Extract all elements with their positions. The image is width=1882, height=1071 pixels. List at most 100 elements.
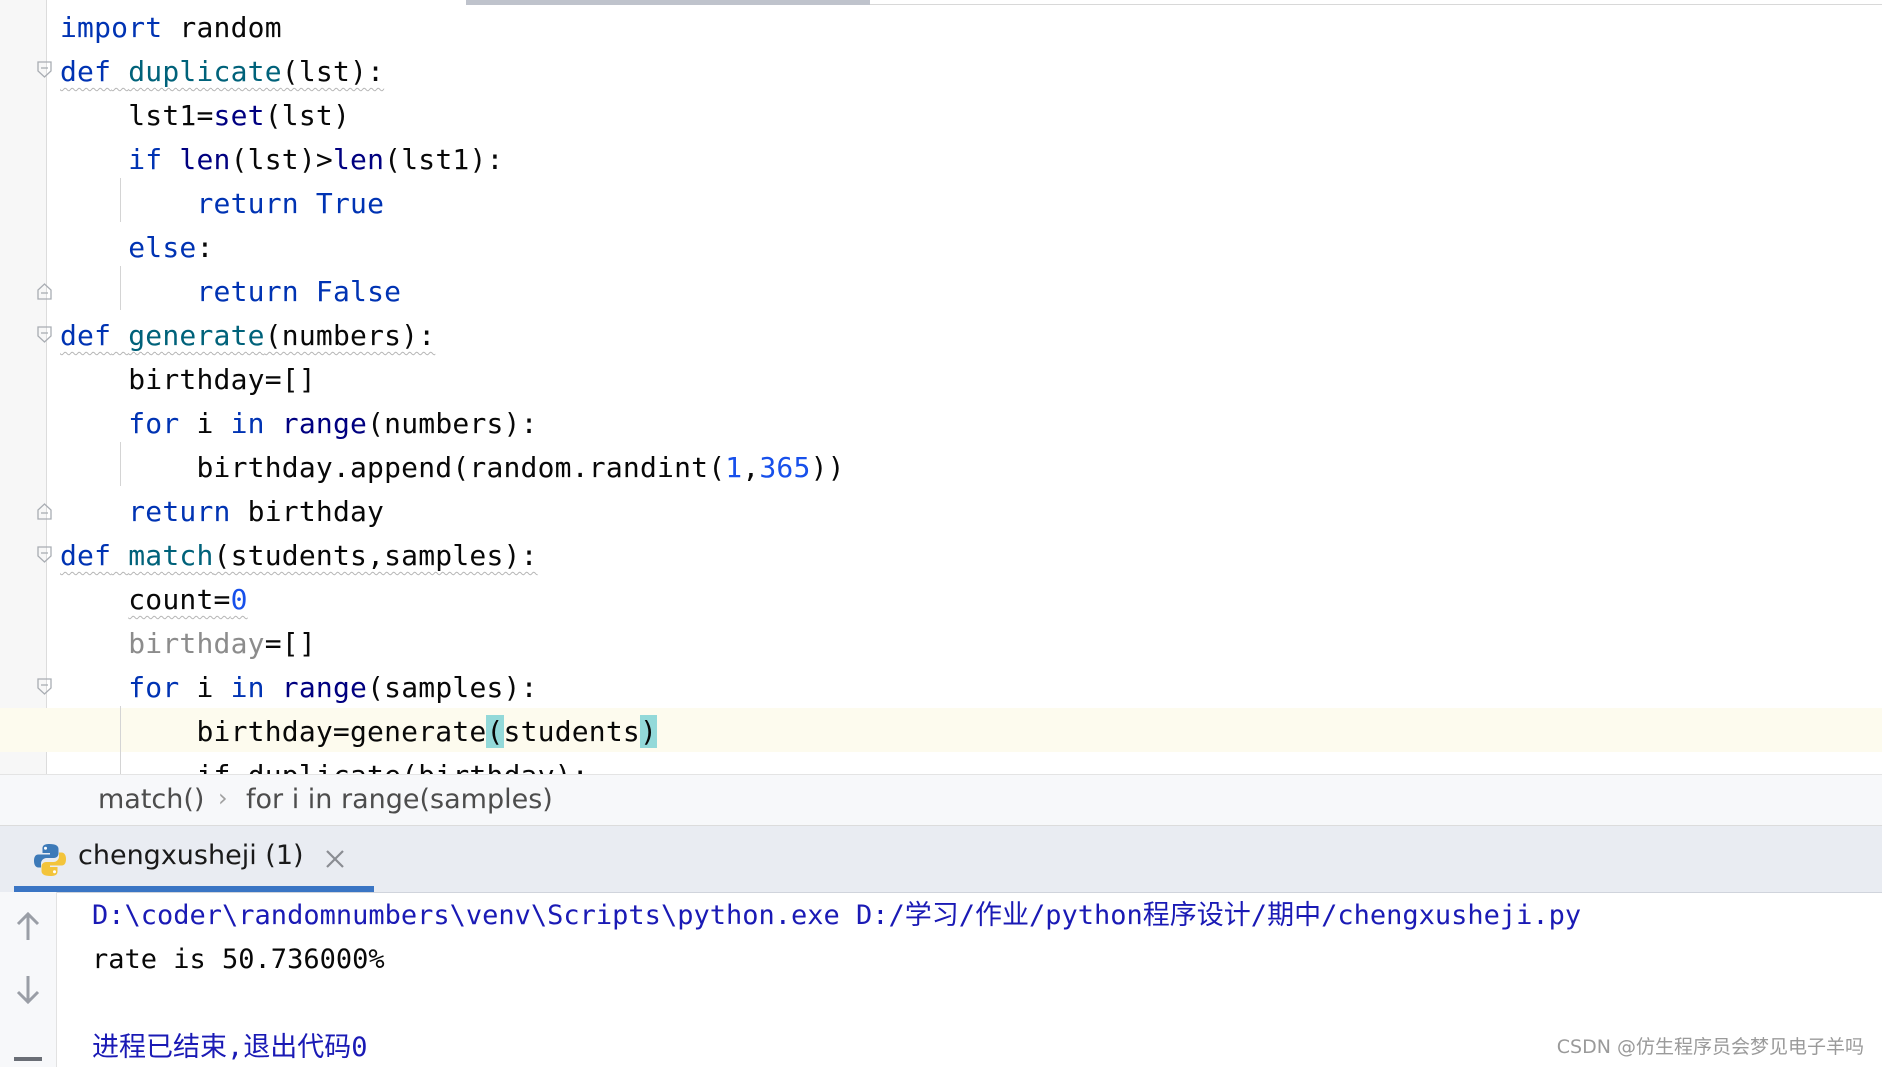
- watermark-text: CSDN @仿生程序员会梦见电子羊吗: [1556, 1036, 1864, 1058]
- keyword: return: [128, 495, 231, 528]
- keyword: def: [60, 319, 112, 352]
- keyword: return: [196, 275, 299, 308]
- horizontal-scrollbar-thumb[interactable]: [466, 0, 870, 5]
- breadcrumb-item-match[interactable]: match(): [98, 784, 204, 815]
- identifier: random: [179, 11, 282, 44]
- arrow-down-icon[interactable]: [14, 974, 42, 1010]
- keyword: for: [128, 671, 180, 704]
- wavy-underline-span: count=0: [128, 583, 247, 616]
- breadcrumb-item-for-loop[interactable]: for i in range(samples): [246, 784, 553, 815]
- code-text: birthday.append(random.randint(: [196, 451, 726, 484]
- code-text: (lst): [264, 99, 351, 132]
- matched-paren: ): [639, 715, 658, 748]
- code-text: birthday=[]: [128, 363, 316, 396]
- keyword: import: [60, 11, 163, 44]
- keyword: def: [60, 539, 112, 572]
- wavy-underline-span: def generate(numbers):: [60, 319, 435, 352]
- fold-icon-generate[interactable]: [37, 326, 52, 344]
- params: (students,samples):: [213, 539, 538, 572]
- code-text: students: [503, 715, 640, 748]
- number-literal: 1: [725, 451, 743, 484]
- wavy-underline-span: def match(students,samples):: [60, 539, 538, 572]
- code-line-7[interactable]: return False: [60, 270, 401, 314]
- number-literal: 365: [759, 451, 811, 484]
- code-line-8[interactable]: def generate(numbers):: [60, 314, 435, 358]
- builtin: range: [281, 671, 368, 704]
- code-text: if duplicate(birthday):: [196, 759, 588, 774]
- fold-end-icon-duplicate[interactable]: [37, 282, 52, 300]
- code-line-16[interactable]: for i in range(samples):: [60, 666, 538, 710]
- code-text: (lst1):: [384, 143, 504, 176]
- wavy-underline-span: def duplicate(lst):: [60, 55, 384, 88]
- code-editor[interactable]: import random def duplicate(lst): lst1=s…: [0, 0, 1882, 774]
- code-text: (numbers):: [367, 407, 538, 440]
- keyword: return: [196, 187, 299, 220]
- keyword: in: [230, 671, 265, 704]
- run-tool-window-header: chengxusheji (1): [0, 826, 1882, 893]
- soft-wrap-icon[interactable]: [14, 1052, 42, 1071]
- fold-icon-for-samples[interactable]: [37, 678, 52, 696]
- code-line-1[interactable]: import random: [60, 6, 282, 50]
- code-line-13[interactable]: def match(students,samples):: [60, 534, 538, 578]
- function-name: generate: [128, 319, 265, 352]
- builtin: len: [179, 143, 231, 176]
- code-text: :: [196, 231, 214, 264]
- function-name: match: [128, 539, 214, 572]
- function-name: duplicate: [128, 55, 282, 88]
- code-text: (lst)>: [230, 143, 333, 176]
- number-literal: 0: [230, 583, 248, 616]
- keyword: if: [128, 143, 163, 176]
- code-line-4[interactable]: if len(lst)>len(lst1):: [60, 138, 504, 182]
- editor-top-border: [870, 4, 1882, 5]
- run-tab-label: chengxusheji (1): [78, 840, 304, 871]
- builtin: set: [213, 99, 265, 132]
- breadcrumb-separator: ›: [218, 784, 228, 812]
- code-line-14[interactable]: count=0: [60, 578, 248, 622]
- code-text: count=: [128, 583, 231, 616]
- code-line-2[interactable]: def duplicate(lst):: [60, 50, 384, 94]
- arrow-up-icon[interactable]: [14, 910, 42, 946]
- keyword: for: [128, 407, 180, 440]
- editor-gutter[interactable]: [0, 0, 47, 774]
- code-text: ,: [742, 451, 760, 484]
- console-line-exit: 进程已结束,退出代码0: [92, 1032, 368, 1063]
- fold-icon-match[interactable]: [37, 546, 52, 564]
- run-toolbar: [0, 892, 57, 1067]
- matched-paren: (: [486, 715, 504, 748]
- code-text: birthday: [247, 495, 385, 528]
- active-tab-indicator: [14, 886, 374, 892]
- builtin: len: [332, 143, 385, 176]
- code-line-18[interactable]: if duplicate(birthday):: [60, 754, 589, 774]
- params: (lst):: [281, 55, 385, 88]
- code-text: i: [196, 407, 214, 440]
- close-icon[interactable]: [322, 846, 348, 872]
- code-text: birthday=generate: [196, 715, 487, 748]
- code-line-5[interactable]: return True: [60, 182, 384, 226]
- keyword: def: [60, 55, 112, 88]
- code-line-6[interactable]: else:: [60, 226, 214, 270]
- code-line-15[interactable]: birthday=[]: [60, 622, 316, 666]
- unused-variable: birthday: [128, 627, 265, 660]
- python-icon: [32, 842, 68, 882]
- code-line-10[interactable]: for i in range(numbers):: [60, 402, 538, 446]
- keyword: else: [128, 231, 197, 264]
- code-text: )): [810, 451, 845, 484]
- breadcrumb: match() › for i in range(samples): [0, 774, 1882, 826]
- fold-icon-duplicate[interactable]: [37, 61, 52, 79]
- keyword: True: [315, 187, 385, 220]
- console-line-output: rate is 50.736000%: [92, 944, 385, 975]
- code-text: (samples):: [367, 671, 538, 704]
- params: (numbers):: [264, 319, 436, 352]
- keyword: False: [315, 275, 402, 308]
- keyword: in: [230, 407, 265, 440]
- code-text: i: [196, 671, 214, 704]
- fold-end-icon-generate[interactable]: [37, 502, 52, 520]
- code-line-11[interactable]: birthday.append(random.randint(1,365)): [60, 446, 845, 490]
- code-text: lst1=: [128, 99, 214, 132]
- code-line-17[interactable]: birthday=generate(students): [60, 710, 658, 754]
- code-line-12[interactable]: return birthday: [60, 490, 384, 534]
- console-line-command: D:\coder\randomnumbers\venv\Scripts\pyth…: [92, 900, 1582, 931]
- code-line-3[interactable]: lst1=set(lst): [60, 94, 350, 138]
- code-line-9[interactable]: birthday=[]: [60, 358, 316, 402]
- code-text: =[]: [264, 627, 316, 660]
